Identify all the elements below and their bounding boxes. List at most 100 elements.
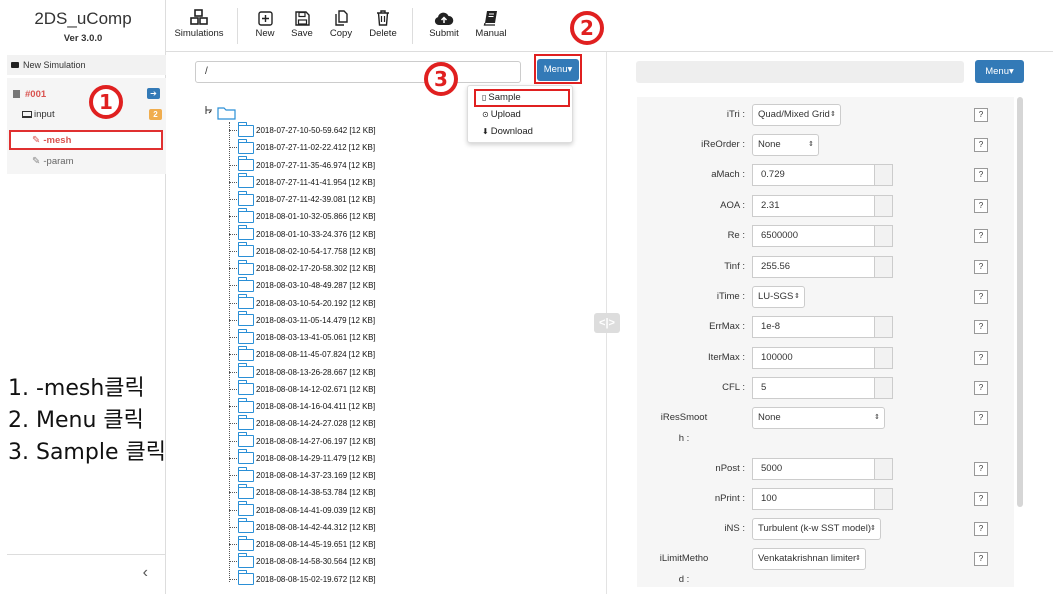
help-button[interactable]: ? [974,260,988,274]
file-name: 2018-07-27-11-42-39.081 [12 KB] [256,195,376,204]
file-tree-item[interactable]: 2018-08-08-14-24-27.028 [12 KB] [229,414,376,432]
path-input[interactable]: / [195,61,521,83]
help-button[interactable]: ? [974,411,988,425]
param-input[interactable]: 5000 [752,458,893,480]
file-tree-item[interactable]: 2018-08-02-17-20-58.302 [12 KB] [229,259,376,277]
input-addon [874,165,892,185]
menu-item-download[interactable]: ⬇ Download [482,126,533,137]
file-tree-item[interactable]: 2018-07-27-11-02-22.412 [12 KB] [229,138,376,156]
sidebar-item-sim-001[interactable]: #001 [7,86,166,102]
param-select[interactable]: LU-SGS ⇕ [752,286,805,308]
help-button[interactable]: ? [974,462,988,476]
cubes-icon [174,8,224,28]
folder-icon [238,501,254,516]
sidebar-item-param[interactable]: ✎ -param [32,156,73,167]
file-tree-item[interactable]: 2018-08-08-14-45-19.651 [12 KB] [229,535,376,553]
sidebar-item-mesh[interactable]: ✎ -mesh [9,130,163,150]
tree-connector [229,544,237,545]
param-input[interactable]: 5 [752,377,893,399]
splitter-handle[interactable]: <|> [594,313,620,333]
param-input[interactable]: 1e-8 [752,316,893,338]
toolbar-divider [412,8,413,44]
help-button[interactable]: ? [974,522,988,536]
help-button[interactable]: ? [974,381,988,395]
help-button[interactable]: ? [974,108,988,122]
param-input[interactable]: 6500000 [752,225,893,247]
new-button[interactable]: New [252,8,278,39]
menu-item-upload[interactable]: ⊙ Upload [482,109,521,120]
file-tree-item[interactable]: 2018-08-08-14-37-23.169 [12 KB] [229,466,376,484]
file-tree-item[interactable]: 2018-08-03-11-05-14.479 [12 KB] [229,311,375,329]
file-tree-item[interactable]: 2018-08-08-14-27-06.197 [12 KB] [229,432,376,450]
param-select[interactable]: Quad/Mixed Grid ⇕ [752,104,841,126]
param-select[interactable]: Turbulent (k-w SST model) ⇕ [752,518,881,540]
help-button[interactable]: ? [974,138,988,152]
file-tree-item[interactable]: 2018-08-03-10-48-49.287 [12 KB] [229,276,376,294]
param-select[interactable]: None ⇕ [752,134,819,156]
file-tree-item[interactable]: 2018-08-08-14-29-11.479 [12 KB] [229,449,375,467]
file-tree-item[interactable]: 2018-08-08-14-42-44.312 [12 KB] [229,518,376,536]
file-tree-item[interactable]: 2018-08-08-14-12-02.671 [12 KB] [229,380,376,398]
file-tree-item[interactable]: 2018-08-08-13-26-28.667 [12 KB] [229,363,376,381]
param-input[interactable]: 255.56 [752,256,893,278]
help-button[interactable]: ? [974,552,988,566]
file-tree-item[interactable]: 2018-08-08-14-38-53.784 [12 KB] [229,483,376,501]
file-tree-item[interactable]: 2018-08-08-14-58-30.564 [12 KB] [229,552,376,570]
file-tree-item[interactable]: 2018-08-01-10-33-24.376 [12 KB] [229,225,376,243]
param-input[interactable]: 0.729 [752,164,893,186]
help-button[interactable]: ? [974,492,988,506]
copy-button[interactable]: Copy [327,8,355,39]
menu-item-sample[interactable]: ▯ Sample [482,92,521,103]
param-menu-button[interactable]: Menu▾ [975,60,1024,83]
file-tree-item[interactable]: 2018-08-03-10-54-20.192 [12 KB] [229,294,376,312]
sim-arrow-badge[interactable]: ➔ [147,88,160,99]
simulations-button[interactable]: Simulations [174,8,224,39]
file-tree-item[interactable]: 2018-08-08-15-02-19.672 [12 KB] [229,570,376,588]
file-name: 2018-07-27-11-02-22.412 [12 KB] [256,143,376,153]
param-row: IterMax : 100000? [637,347,1014,369]
simulations-label: Simulations [174,28,224,39]
help-button[interactable]: ? [974,199,988,213]
save-button[interactable]: Save [288,8,316,39]
param-label: IterMax : [708,352,745,363]
file-name: 2018-08-08-11-45-07.824 [12 KB] [256,350,376,360]
new-simulation-button[interactable]: New Simulation [7,55,166,75]
upload-icon: ⊙ [482,110,489,119]
file-tree-item[interactable]: 2018-08-08-14-41-09.039 [12 KB] [229,501,376,519]
select-arrows-icon: ⇕ [870,525,876,532]
param-input-value: 1e-8 [761,321,781,332]
param-input[interactable]: 100 [752,488,893,510]
file-tree-item[interactable]: 2018-07-27-11-42-39.081 [12 KB] [229,190,376,208]
help-button[interactable]: ? [974,320,988,334]
scrollbar[interactable] [1017,97,1023,507]
help-button[interactable]: ? [974,290,988,304]
collapse-sidebar-button[interactable]: ‹ [7,554,166,590]
param-label: iTime : [716,291,745,302]
manual-label: Manual [475,28,507,39]
help-button[interactable]: ? [974,229,988,243]
tree-connector [229,216,237,218]
instruction-2: 2. Menu 클릭 [8,408,144,433]
param-row: iReOrder : None ⇕? [637,134,1014,156]
file-tree-item[interactable]: 2018-08-01-10-32-05.866 [12 KB] [229,207,376,225]
file-tree-item[interactable]: 2018-08-02-10-54-17.758 [12 KB] [229,242,376,260]
param-select[interactable]: None ⇕ [752,407,885,429]
file-tree-item[interactable]: 2018-08-03-13-41-05.061 [12 KB] [229,328,376,346]
help-button[interactable]: ? [974,168,988,182]
param-input[interactable]: 2.31 [752,195,893,217]
manual-button[interactable]: Manual [473,8,509,39]
param-input[interactable]: 100000 [752,347,893,369]
file-name: 2018-08-08-14-16-04.411 [12 KB] [256,402,376,411]
delete-button[interactable]: Delete [367,8,399,39]
help-button[interactable]: ? [974,351,988,365]
file-tree-item[interactable]: 2018-07-27-10-50-59.642 [12 KB] [229,121,376,139]
file-tree-item[interactable]: 2018-08-08-11-45-07.824 [12 KB] [229,345,376,363]
submit-label: Submit [429,28,459,39]
file-tree-item[interactable]: 2018-08-08-14-16-04.411 [12 KB] [229,397,376,415]
submit-button[interactable]: Submit [427,8,461,39]
file-tree-item[interactable]: 2018-07-27-11-41-41.954 [12 KB] [229,173,375,191]
menu-item-upload-label: Upload [490,109,521,120]
file-tree-item[interactable]: 2018-07-27-11-35-46.974 [12 KB] [229,156,375,174]
param-select[interactable]: Venkatakrishnan limiter ⇕ [752,548,866,570]
sidebar-item-input[interactable]: input [22,109,55,120]
